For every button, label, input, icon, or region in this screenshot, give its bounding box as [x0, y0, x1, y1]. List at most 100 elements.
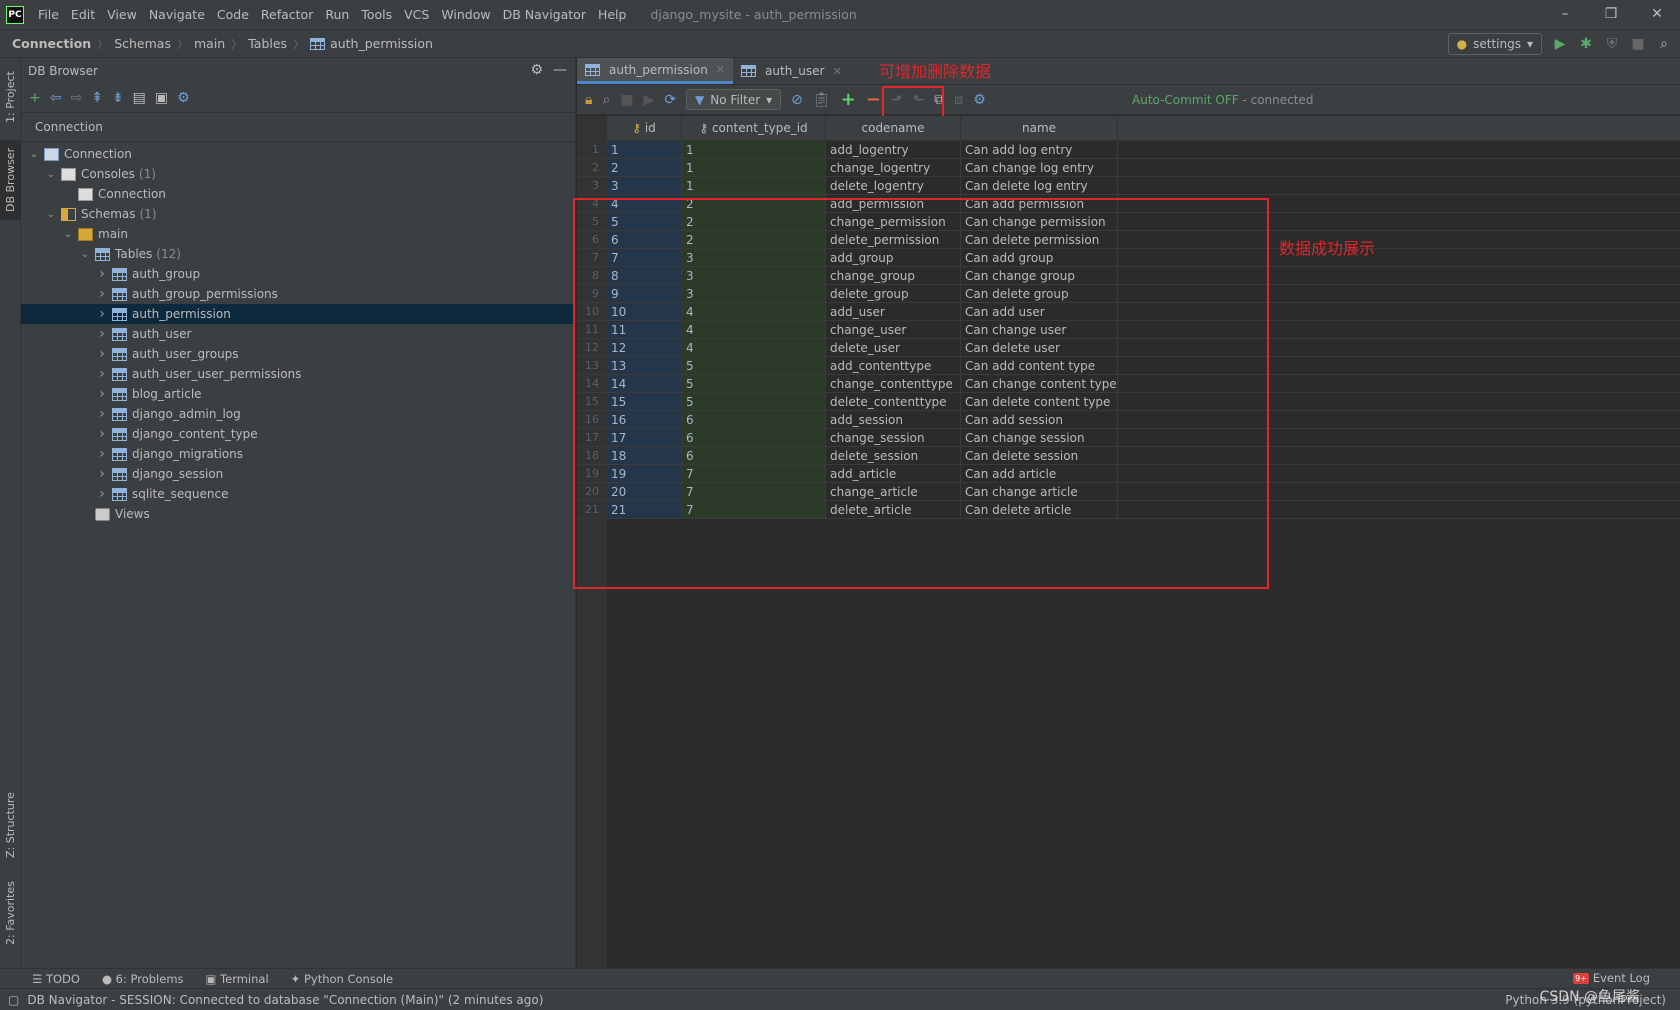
chevron-right-icon[interactable]: › — [95, 366, 109, 382]
debug-icon[interactable]: ✱ — [1578, 36, 1594, 52]
chevron-down-icon[interactable]: ⌄ — [61, 229, 75, 240]
table-row[interactable]: 3 3 1 delete_logentry Can delete log entry — [577, 177, 1680, 195]
stop-icon[interactable]: ■ — [620, 92, 633, 108]
chevron-right-icon[interactable]: › — [95, 486, 109, 502]
settings-icon[interactable]: ⚙ — [973, 92, 986, 108]
settings-icon[interactable]: ⚙ — [177, 90, 190, 106]
execute-icon[interactable]: ▶ — [644, 92, 655, 108]
tab-project[interactable]: 1: Project — [0, 62, 21, 132]
tool-terminal[interactable]: ▣ Terminal — [206, 972, 269, 986]
tree-item-django-admin-log[interactable]: › django_admin_log — [21, 404, 575, 424]
chevron-right-icon[interactable]: › — [95, 266, 109, 282]
chevron-right-icon[interactable]: › — [95, 286, 109, 302]
filter-objects-icon[interactable]: ▤ — [133, 90, 146, 106]
tree-item-connection[interactable]: Connection — [21, 184, 575, 204]
close-icon[interactable]: ✕ — [716, 63, 725, 76]
menu-item-db-navigator[interactable]: DB Navigator — [497, 0, 592, 29]
cell-content-type-id[interactable]: 1 — [682, 159, 826, 176]
forward-icon[interactable]: ⇨ — [70, 90, 82, 106]
table-row[interactable]: 1 1 1 add_logentry Can add log entry — [577, 141, 1680, 159]
clipboard-icon[interactable]: 📋︎ — [813, 92, 831, 108]
tree-item-django-session[interactable]: › django_session — [21, 464, 575, 484]
open-sql-console-icon[interactable]: ▣ — [155, 90, 168, 106]
tab-favorites[interactable]: 2: Favorites — [0, 878, 21, 948]
tree-item-auth-user-user-permissions[interactable]: › auth_user_user_permissions — [21, 364, 575, 384]
menu-item-view[interactable]: View — [101, 0, 143, 29]
stop-icon[interactable]: ■ — [1630, 36, 1646, 52]
chevron-right-icon[interactable]: › — [95, 346, 109, 362]
add-connection-icon[interactable]: + — [29, 90, 41, 106]
cell-id[interactable]: 2 — [607, 159, 682, 176]
tree-item-auth-group[interactable]: › auth_group — [21, 264, 575, 284]
lock-icon[interactable]: 🔒︎ — [585, 92, 592, 108]
cell-codename[interactable]: add_logentry — [826, 141, 961, 158]
menu-item-window[interactable]: Window — [435, 0, 496, 29]
cell-codename[interactable]: change_logentry — [826, 159, 961, 176]
back-icon[interactable]: ⇦ — [50, 90, 62, 106]
chevron-down-icon[interactable]: ⌄ — [44, 209, 58, 220]
cell-name[interactable]: Can change log entry — [961, 159, 1118, 176]
menu-item-code[interactable]: Code — [211, 0, 255, 29]
cell-id[interactable]: 3 — [607, 177, 682, 194]
run-icon[interactable]: ▶ — [1552, 36, 1568, 52]
gear-icon[interactable]: ⚙ — [530, 62, 543, 78]
coverage-icon[interactable]: ⛨ — [1604, 36, 1620, 52]
tree-item-django-content-type[interactable]: › django_content_type — [21, 424, 575, 444]
tree-item-tables[interactable]: ⌄ Tables (12) — [21, 244, 575, 264]
event-log-button[interactable]: 9+ Event Log — [1573, 971, 1650, 985]
collapse-all-icon[interactable]: ⇟ — [112, 90, 124, 106]
close-icon[interactable]: ✕ — [1634, 0, 1680, 29]
menu-item-refactor[interactable]: Refactor — [255, 0, 319, 29]
connection-selector[interactable]: Connection — [21, 112, 575, 142]
menu-item-file[interactable]: File — [32, 0, 65, 29]
breadcrumb-auth-permission[interactable]: auth_permission — [310, 36, 433, 51]
chevron-right-icon[interactable]: › — [95, 466, 109, 482]
tree-item-views[interactable]: Views — [21, 504, 575, 524]
chevron-down-icon[interactable]: ⌄ — [44, 169, 58, 180]
tool-6-problems[interactable]: ● 6: Problems — [102, 972, 184, 986]
cell-content-type-id[interactable]: 1 — [682, 141, 826, 158]
minimize-icon[interactable]: – — [1542, 0, 1588, 29]
column-header-codename[interactable]: codename — [826, 116, 961, 141]
tool-todo[interactable]: ☰ TODO — [32, 972, 80, 986]
filter-dropdown[interactable]: ▼ No Filter ▾ — [686, 89, 782, 110]
tree-item-consoles[interactable]: ⌄ Consoles (1) — [21, 164, 575, 184]
menu-item-vcs[interactable]: VCS — [398, 0, 435, 29]
tree-item-main[interactable]: ⌄ main — [21, 224, 575, 244]
tree-item-auth-user-groups[interactable]: › auth_user_groups — [21, 344, 575, 364]
cell-name[interactable]: Can add log entry — [961, 141, 1118, 158]
tree-item-schemas[interactable]: ⌄ Schemas (1) — [21, 204, 575, 224]
chevron-down-icon[interactable]: ⌄ — [27, 149, 41, 160]
hide-panel-icon[interactable]: — — [553, 62, 567, 78]
column-header-name[interactable]: name — [961, 116, 1118, 141]
tab-db-browser[interactable]: DB Browser — [0, 140, 21, 220]
clear-filter-icon[interactable]: ⊘ — [791, 92, 803, 108]
tab-structure[interactable]: Z: Structure — [0, 788, 21, 863]
menu-item-navigate[interactable]: Navigate — [143, 0, 211, 29]
chevron-right-icon[interactable]: › — [95, 406, 109, 422]
chevron-right-icon[interactable]: › — [95, 426, 109, 442]
menu-item-edit[interactable]: Edit — [65, 0, 101, 29]
editor-tab-auth-user[interactable]: auth_user ✕ — [733, 58, 850, 84]
breadcrumb-tables[interactable]: Tables — [248, 36, 287, 51]
tool-python-console[interactable]: ✦ Python Console — [291, 972, 393, 986]
cell-id[interactable]: 1 — [607, 141, 682, 158]
cell-content-type-id[interactable]: 1 — [682, 177, 826, 194]
tree-item-auth-group-permissions[interactable]: › auth_group_permissions — [21, 284, 575, 304]
tree-item-auth-permission[interactable]: › auth_permission — [21, 304, 575, 324]
chevron-right-icon[interactable]: › — [95, 386, 109, 402]
breadcrumb-main[interactable]: main — [194, 36, 225, 51]
find-icon[interactable]: ⌕ — [602, 92, 610, 108]
table-row[interactable]: 2 2 1 change_logentry Can change log entry — [577, 159, 1680, 177]
tree-item-auth-user[interactable]: › auth_user — [21, 324, 575, 344]
menu-item-help[interactable]: Help — [592, 0, 633, 29]
close-icon[interactable]: ✕ — [832, 65, 841, 78]
column-header-id[interactable]: ⚷ id — [607, 116, 682, 141]
breadcrumb-connection[interactable]: Connection — [12, 36, 91, 51]
expand-all-icon[interactable]: ⇞ — [91, 90, 103, 106]
editor-tab-auth-permission[interactable]: auth_permission ✕ — [577, 58, 734, 84]
run-config-select[interactable]: ● settings ▾ — [1447, 33, 1542, 55]
add-record-icon[interactable]: + — [841, 89, 856, 110]
cell-name[interactable]: Can delete log entry — [961, 177, 1118, 194]
delete-record-icon[interactable]: − — [866, 89, 881, 110]
